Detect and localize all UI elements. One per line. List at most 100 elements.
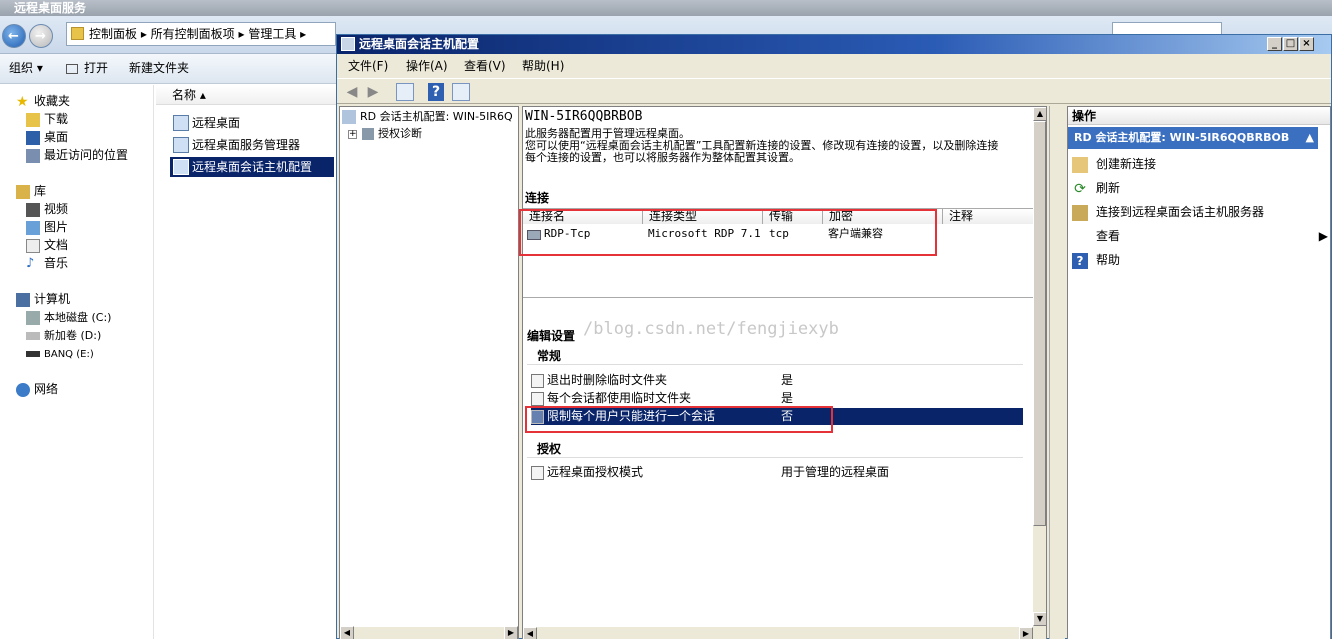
actions-title: 操作 [1068, 107, 1330, 125]
action-help[interactable]: ? 帮助 [1072, 249, 1322, 271]
maximize-button[interactable]: □ [1283, 37, 1298, 51]
center-pane: WIN-5IR6QQBRBOB 此服务器配置用于管理远程桌面。 您可以使用“远程… [522, 106, 1047, 639]
back-button[interactable]: ← [2, 24, 26, 48]
star-icon: ★ [16, 93, 29, 110]
breadcrumb-admin-tools[interactable]: 管理工具 [248, 27, 296, 41]
help-icon[interactable]: ? [428, 83, 444, 101]
action-view[interactable]: 查看 ▶ [1072, 225, 1328, 247]
connections-title: 连接 [525, 191, 550, 205]
setting-delete-temp-folders[interactable]: 退出时删除临时文件夹 是 [531, 372, 1023, 389]
blank-icon [1072, 229, 1088, 245]
tree-licensing-diagnosis[interactable]: + 授权诊断 [348, 125, 422, 143]
menu-view[interactable]: 查看(V) [458, 54, 512, 78]
submenu-arrow-icon: ▶ [1318, 229, 1328, 243]
setting-temp-folder-per-session[interactable]: 每个会话都使用临时文件夹 是 [531, 390, 1023, 407]
column-header-name[interactable]: 名称 ▴ [156, 85, 336, 105]
column-header-label: 名称 [172, 88, 197, 102]
nav-desktop[interactable]: 桌面 [26, 128, 68, 146]
connection-icon [527, 230, 541, 240]
breadcrumb-all-items[interactable]: 所有控制面板项 [151, 27, 235, 41]
setting-value: 用于管理的远程桌面 [781, 465, 890, 479]
menu-file[interactable]: 文件(F) [342, 54, 394, 78]
organize-button[interactable]: 组织 ▾ [9, 54, 43, 82]
nav-recent[interactable]: 最近访问的位置 [26, 146, 128, 164]
setting-licensing-mode[interactable]: 远程桌面授权模式 用于管理的远程桌面 [531, 464, 1023, 481]
scroll-right-button[interactable]: ▶ [1019, 627, 1033, 639]
forward-arrow-icon[interactable]: ▶ [363, 82, 383, 102]
action-refresh[interactable]: ⟳ 刷新 [1072, 177, 1322, 199]
new-connection-icon [1072, 156, 1088, 173]
shortcut-icon [173, 115, 189, 131]
column-header-transport[interactable]: 传输 [763, 209, 823, 224]
description: 此服务器配置用于管理远程桌面。 您可以使用“远程桌面会话主机配置”工具配置新连接… [525, 128, 998, 164]
nav-network[interactable]: 网络 [16, 380, 58, 398]
document-icon [26, 238, 40, 253]
nav-label: 桌面 [44, 130, 69, 144]
actions-pane: 操作 RD 会话主机配置: WIN-5IR6QQBRBOB ▲ 创建新连接 ⟳ 刷新… [1067, 106, 1331, 639]
new-folder-button[interactable]: 新建文件夹 [129, 54, 189, 82]
open-icon [66, 63, 78, 74]
expand-icon[interactable]: + [348, 129, 357, 139]
mmc-title: 远程桌面会话主机配置 [359, 37, 480, 51]
menu-help[interactable]: 帮助(H) [516, 54, 570, 78]
nav-new-volume[interactable]: 新加卷 (D:) [26, 326, 101, 344]
file-item[interactable]: 远程桌面 [170, 113, 334, 133]
show-tree-icon[interactable] [396, 83, 414, 101]
file-item[interactable]: 远程桌面服务管理器 [170, 135, 334, 155]
explorer-title-bar: 远程桌面服务 [0, 0, 1332, 16]
folder-icon [71, 27, 84, 40]
column-header-encryption[interactable]: 加密 [823, 209, 943, 224]
file-item-selected[interactable]: 远程桌面会话主机配置 [170, 157, 334, 177]
nav-label: 本地磁盘 (C:) [44, 311, 112, 324]
nav-label: 音乐 [44, 256, 69, 270]
nav-banq[interactable]: BANQ (E:) [26, 344, 94, 362]
forward-button[interactable]: → [29, 24, 53, 48]
setting-value: 是 [781, 391, 794, 405]
scroll-left-button[interactable]: ◀ [340, 626, 354, 639]
action-connect-server[interactable]: 连接到远程桌面会话主机服务器 [1072, 201, 1322, 223]
nav-local-disk[interactable]: 本地磁盘 (C:) [26, 308, 111, 326]
back-arrow-icon[interactable]: ◀ [342, 82, 362, 102]
refresh-icon: ⟳ [1074, 180, 1086, 197]
action-create-connection[interactable]: 创建新连接 [1072, 153, 1322, 175]
column-header-comment[interactable]: 注释 [943, 209, 1046, 224]
actions-group-header[interactable]: RD 会话主机配置: WIN-5IR6QQBRBOB ▲ [1068, 127, 1318, 149]
nav-computer[interactable]: 计算机 [16, 290, 70, 308]
tree-hscrollbar[interactable]: ◀ ▶ [340, 626, 518, 639]
scroll-left-button[interactable]: ◀ [523, 627, 537, 639]
nav-favorites[interactable]: ★ 收藏夹 [16, 92, 70, 110]
tree-root[interactable]: RD 会话主机配置: WIN-5IR6Q [342, 108, 513, 126]
nav-documents[interactable]: 文档 [26, 236, 68, 254]
minimize-button[interactable]: _ [1267, 37, 1282, 51]
center-hscrollbar[interactable]: ◀ ▶ [523, 627, 1046, 639]
server-name: WIN-5IR6QQBRBOB [525, 109, 643, 124]
file-label: 远程桌面会话主机配置 [192, 160, 313, 174]
nav-libraries[interactable]: 库 [16, 182, 46, 200]
open-button[interactable]: 打开 [66, 54, 108, 82]
column-header-connection-type[interactable]: 连接类型 [643, 209, 763, 224]
nav-label: 视频 [44, 202, 69, 216]
breadcrumb-control-panel[interactable]: 控制面板 [89, 27, 137, 41]
action-pane-icon[interactable] [452, 83, 470, 101]
mmc-title-bar[interactable]: 远程桌面会话主机配置 _ □ × [337, 35, 1331, 54]
center-vscrollbar[interactable]: ▲ ▼ [1033, 107, 1046, 627]
setting-icon [531, 409, 544, 424]
nav-videos[interactable]: 视频 [26, 200, 68, 218]
column-header-connection-name[interactable]: 连接名 [523, 209, 643, 224]
scroll-down-button[interactable]: ▼ [1033, 612, 1046, 626]
pane-splitter[interactable] [1049, 106, 1065, 639]
watermark: /blog.csdn.net/fengjiexyb [583, 319, 839, 339]
setting-label: 退出时删除临时文件夹 [547, 373, 668, 387]
nav-downloads[interactable]: 下载 [26, 110, 68, 128]
close-button[interactable]: × [1299, 37, 1314, 51]
scroll-up-button[interactable]: ▲ [1033, 107, 1046, 121]
table-row[interactable]: RDP-Tcp Microsoft RDP 7.1 tcp 客户端兼容 [523, 225, 1046, 243]
scroll-right-button[interactable]: ▶ [504, 626, 518, 639]
address-box[interactable]: 控制面板 ▸ 所有控制面板项 ▸ 管理工具 ▸ [66, 22, 336, 46]
menu-action[interactable]: 操作(A) [400, 54, 454, 78]
setting-single-session-per-user[interactable]: 限制每个用户只能进行一个会话 否 [531, 408, 1023, 425]
scroll-thumb[interactable] [1033, 121, 1046, 526]
nav-music[interactable]: ♪ 音乐 [26, 254, 68, 272]
setting-label: 限制每个用户只能进行一个会话 [547, 409, 716, 423]
nav-pictures[interactable]: 图片 [26, 218, 68, 236]
